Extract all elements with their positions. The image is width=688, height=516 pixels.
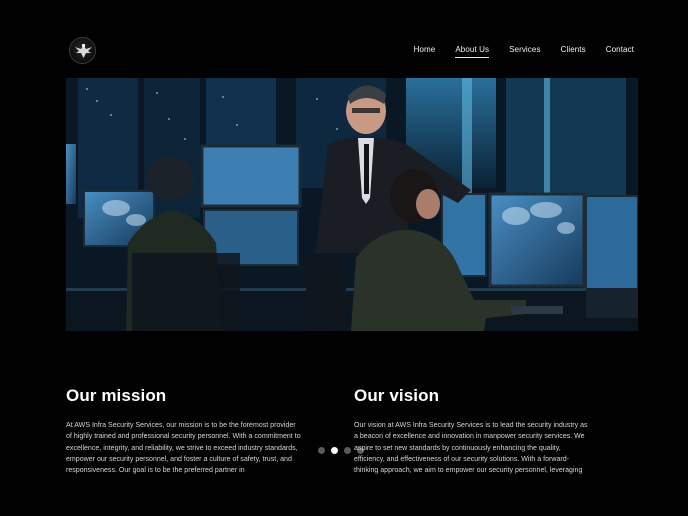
carousel-dot[interactable] — [331, 447, 338, 454]
mission-title: Our mission — [66, 386, 167, 405]
mission-section: Our mission At AWS Infra Security Servic… — [66, 386, 302, 477]
nav-contact[interactable]: Contact — [606, 45, 634, 58]
nav-services[interactable]: Services — [509, 45, 540, 58]
vision-title: Our vision — [354, 386, 440, 405]
carousel-dot[interactable] — [344, 447, 351, 454]
hero-image — [66, 78, 638, 331]
vision-section: Our vision Our vision at AWS Infra Secur… — [354, 386, 590, 477]
nav-about-us[interactable]: About Us — [455, 45, 490, 58]
control-room-photo — [66, 78, 638, 331]
mission-body: At AWS Infra Security Services, our miss… — [66, 422, 301, 475]
eagle-emblem-icon — [75, 43, 92, 58]
vision-body: Our vision at AWS Infra Security Service… — [354, 422, 588, 475]
nav-clients[interactable]: Clients — [561, 45, 586, 58]
carousel-dot[interactable] — [318, 447, 325, 454]
logo[interactable] — [69, 37, 96, 64]
page: Home About Us Services Clients Contact O… — [0, 0, 688, 516]
main-nav: Home About Us Services Clients Contact — [394, 45, 634, 58]
nav-home[interactable]: Home — [414, 45, 436, 58]
